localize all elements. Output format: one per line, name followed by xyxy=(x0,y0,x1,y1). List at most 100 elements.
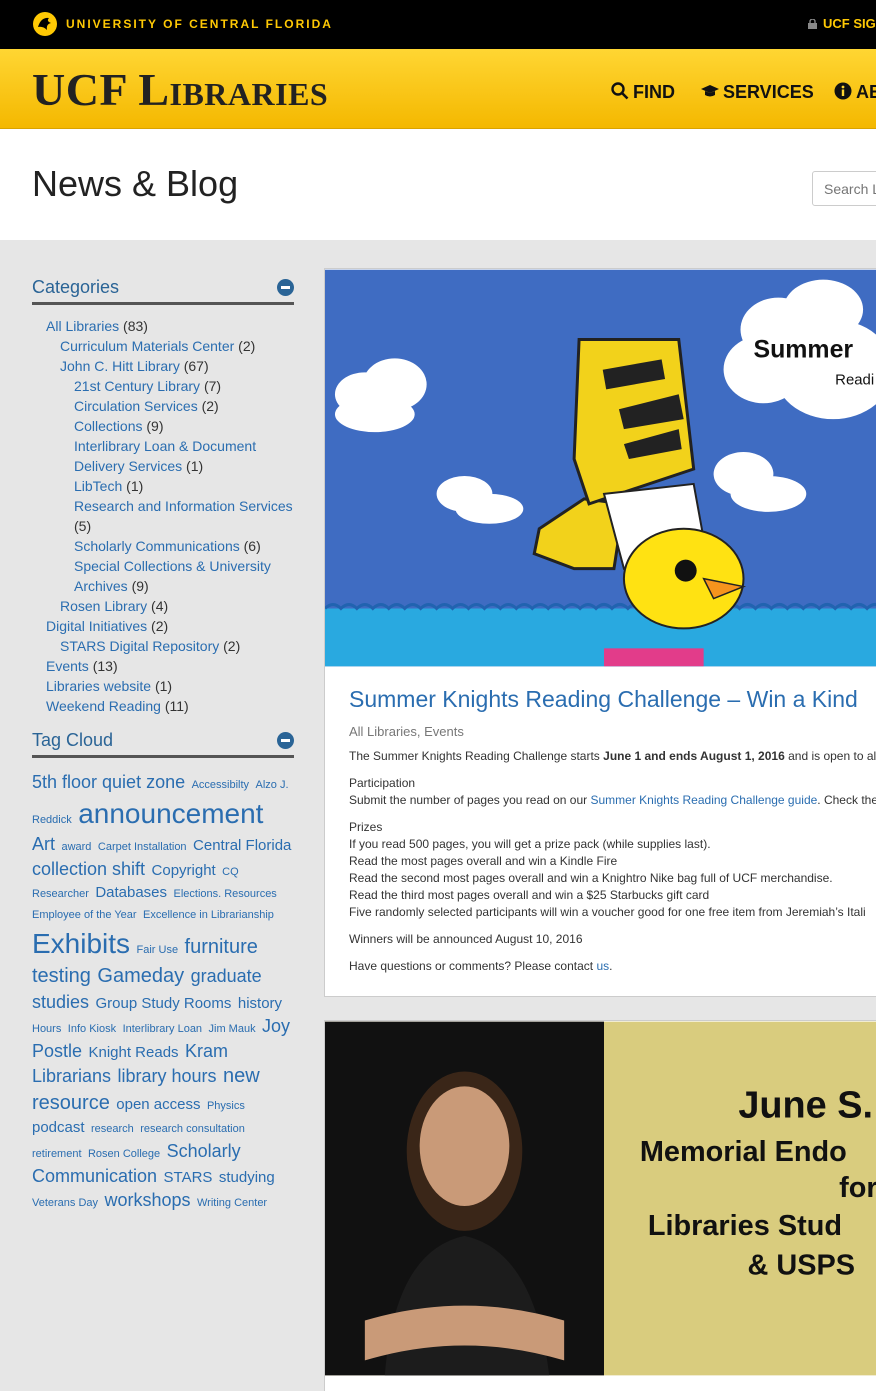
tag-link[interactable]: 5th floor quiet zone xyxy=(32,772,185,792)
university-name[interactable]: UNIVERSITY OF CENTRAL FLORIDA xyxy=(66,17,333,31)
tag-link[interactable]: Knight Reads xyxy=(88,1044,178,1061)
categories-title: Categories xyxy=(32,277,120,297)
pegasus-logo-icon[interactable] xyxy=(32,11,58,37)
tag-link[interactable]: announcement xyxy=(78,798,263,829)
category-link[interactable]: John C. Hitt Library xyxy=(60,358,180,374)
nav-find[interactable]: FIND xyxy=(611,82,675,103)
post-body: The Summer Knights Reading Challenge sta… xyxy=(349,748,876,985)
category-item: All Libraries (83) xyxy=(32,316,294,336)
category-link[interactable]: All Libraries xyxy=(46,318,119,334)
category-item: Curriculum Materials Center (2) xyxy=(32,336,294,356)
tag-link[interactable]: open access xyxy=(116,1096,200,1113)
tag-link[interactable]: Fair Use xyxy=(137,944,179,956)
tag-link[interactable]: Exhibits xyxy=(32,928,130,959)
tag-link[interactable]: Info Kiosk xyxy=(68,1023,116,1035)
post-intro: The Summer Knights Reading Challenge sta… xyxy=(349,749,876,763)
nav-about[interactable]: AB xyxy=(834,82,876,103)
category-count: (2) xyxy=(238,338,256,354)
category-link[interactable]: Scholarly Communications xyxy=(74,538,240,554)
post-prizes: Prizes If you read 500 pages, you will ge… xyxy=(349,820,866,919)
contact-us-link[interactable]: us xyxy=(596,959,609,973)
tag-link[interactable]: workshops xyxy=(105,1190,191,1210)
tag-link[interactable]: retirement xyxy=(32,1148,82,1160)
category-link[interactable]: Research and Information Services xyxy=(74,498,293,514)
image-text-line-2: Memorial Endo xyxy=(640,1136,847,1168)
category-link[interactable]: Digital Initiatives xyxy=(46,618,147,634)
tag-link[interactable]: studying xyxy=(219,1169,275,1186)
category-link[interactable]: Events xyxy=(46,658,89,674)
reading-challenge-guide-link[interactable]: Summer Knights Reading Challenge guide xyxy=(590,793,817,807)
tag-link[interactable]: Interlibrary Loan xyxy=(123,1023,203,1035)
tag-link[interactable]: collection shift xyxy=(32,859,145,879)
category-link[interactable]: 21st Century Library xyxy=(74,378,200,394)
tag-link[interactable]: Group Study Rooms xyxy=(96,995,232,1012)
tag-link[interactable]: Databases xyxy=(95,884,167,901)
tag-link[interactable]: Carpet Installation xyxy=(98,841,187,853)
nav-about-label: AB xyxy=(856,82,876,102)
tag-link[interactable]: Excellence in Librarianship xyxy=(143,909,274,921)
tag-link[interactable]: Physics xyxy=(207,1100,245,1112)
category-item: Collections (9) xyxy=(32,416,294,436)
category-link[interactable]: Rosen Library xyxy=(60,598,147,614)
category-item: Rosen Library (4) xyxy=(32,596,294,616)
search-input[interactable] xyxy=(812,171,876,206)
lock-icon xyxy=(808,19,817,29)
category-link[interactable]: Interlibrary Loan & Document Delivery Se… xyxy=(74,438,256,474)
tag-link[interactable]: Jim Mauk xyxy=(209,1023,256,1035)
image-text-line-4: Libraries Stud xyxy=(648,1210,842,1242)
tag-link[interactable]: STARS xyxy=(164,1169,213,1186)
image-text-summer: Summer xyxy=(753,335,853,363)
category-item: LibTech (1) xyxy=(32,476,294,496)
category-link[interactable]: STARS Digital Repository xyxy=(60,638,219,654)
category-item: 21st Century Library (7) xyxy=(32,376,294,396)
image-text-line-1: June S. xyxy=(738,1084,873,1126)
category-count: (7) xyxy=(203,378,222,394)
category-link[interactable]: Weekend Reading xyxy=(46,698,161,714)
tag-link[interactable]: Central Florida xyxy=(193,837,291,854)
category-count: (9) xyxy=(131,578,149,594)
tag-link[interactable]: Writing Center xyxy=(197,1197,267,1209)
tag-link[interactable]: Veterans Day xyxy=(32,1197,98,1209)
tag-link[interactable]: research xyxy=(91,1123,134,1135)
post-title[interactable]: Summer Knights Reading Challenge – Win a… xyxy=(349,686,858,713)
category-item: Special Collections & University Archive… xyxy=(32,556,294,596)
category-item: Events (13) xyxy=(32,656,294,676)
tag-link[interactable]: Gameday xyxy=(97,965,184,987)
post-winners: Winners will be announced August 10, 201… xyxy=(349,932,583,946)
category-link[interactable]: LibTech xyxy=(74,478,122,494)
tag-link[interactable]: Rosen College xyxy=(88,1148,160,1160)
sign-on-label: UCF SIG xyxy=(823,16,876,31)
category-link[interactable]: Libraries website xyxy=(46,678,151,694)
category-link[interactable]: Curriculum Materials Center xyxy=(60,338,234,354)
tag-link[interactable]: award xyxy=(61,841,91,853)
post-image-knightro-duck[interactable]: Summer Readi xyxy=(325,269,876,667)
category-link[interactable]: Special Collections & University Archive… xyxy=(74,558,271,594)
tag-link[interactable]: library hours xyxy=(118,1066,217,1086)
category-link[interactable]: Collections xyxy=(74,418,142,434)
university-bar: UNIVERSITY OF CENTRAL FLORIDA UCF SIG xyxy=(0,0,876,49)
post-categories[interactable]: All Libraries, Events xyxy=(349,724,464,739)
site-brand[interactable]: UCF Libraries xyxy=(32,63,328,116)
collapse-categories-icon[interactable] xyxy=(277,279,294,296)
post-contact: Have questions or comments? Please conta… xyxy=(349,959,613,973)
nav-services[interactable]: SERVICES xyxy=(701,82,814,103)
category-count: (11) xyxy=(164,698,189,714)
tag-link[interactable]: Art xyxy=(32,834,55,854)
tag-link[interactable]: Accessibilty xyxy=(192,779,249,791)
post-image-june-memorial[interactable]: June S. Memorial Endo for Libraries Stud… xyxy=(325,1021,876,1376)
tag-link[interactable]: Hours xyxy=(32,1023,61,1035)
category-link[interactable]: Circulation Services xyxy=(74,398,198,414)
tag-link[interactable]: history xyxy=(238,995,282,1012)
category-count: (2) xyxy=(223,638,241,654)
tag-link[interactable]: Employee of the Year xyxy=(32,909,137,921)
category-item: Digital Initiatives (2) xyxy=(32,616,294,636)
collapse-tagcloud-icon[interactable] xyxy=(277,732,294,749)
tag-link[interactable]: research consultation xyxy=(140,1123,245,1135)
tag-link[interactable]: Elections. Resources xyxy=(173,888,276,900)
search-icon xyxy=(611,82,629,100)
category-count: (67) xyxy=(183,358,209,374)
tag-link[interactable]: podcast xyxy=(32,1119,85,1136)
tag-link[interactable]: Copyright xyxy=(152,862,216,879)
graduation-cap-icon xyxy=(701,85,719,97)
sign-on-link[interactable]: UCF SIG xyxy=(808,16,876,31)
